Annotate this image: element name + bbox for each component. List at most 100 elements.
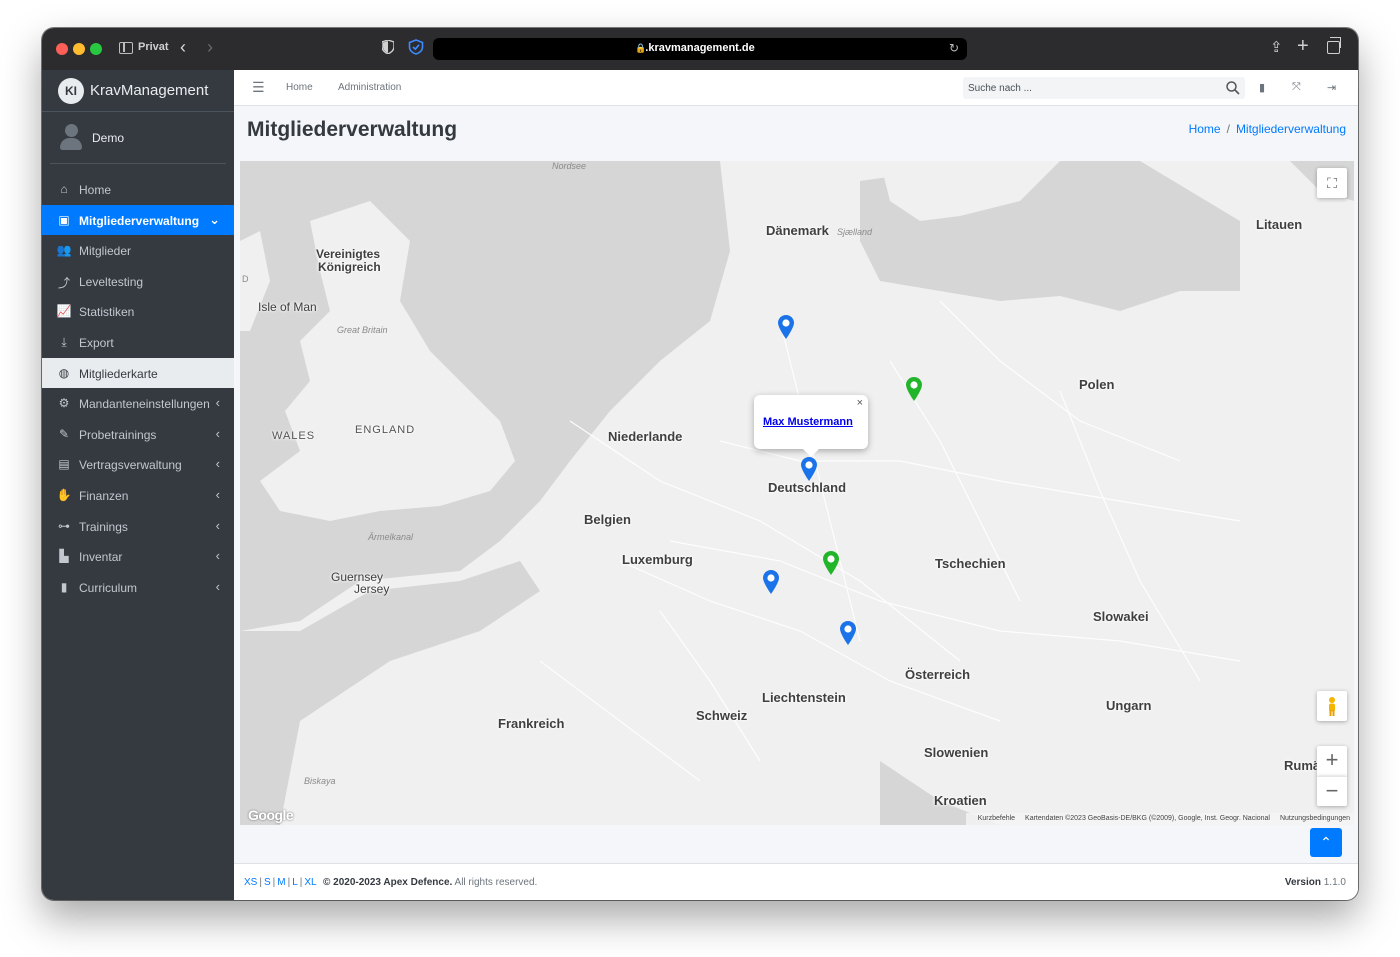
map-attribution: Kurzbefehle Kartendaten ©2023 GeoBasis-D… [965, 813, 1354, 825]
map-label-isle-of-man: Isle of Man [258, 300, 317, 314]
maximize-window-button[interactable] [90, 43, 102, 55]
sidebar-item-label: Mitgliederkarte [79, 366, 158, 381]
breakpoint-m: M [277, 877, 286, 888]
chevron-down-icon: ⌄ [209, 211, 220, 227]
map-label-tschechien: Tschechien [935, 556, 1006, 571]
zoom-out-button[interactable]: − [1317, 776, 1347, 806]
map-data-attribution: Kartendaten ©2023 GeoBasis-DE/BKG (©2009… [1025, 815, 1270, 822]
home-icon: ⌂ [60, 182, 68, 196]
new-tab-icon[interactable]: + [1297, 35, 1309, 58]
keyboard-shortcuts-link[interactable]: Kurzbefehle [978, 815, 1015, 822]
fullscreen-icon[interactable]: ⤧ [1292, 81, 1301, 94]
sidebar-item-label: Mitglieder [79, 244, 132, 259]
map-marker-green[interactable] [906, 377, 922, 401]
map-marker-blue[interactable] [840, 621, 856, 645]
book-icon: ▮ [60, 579, 68, 594]
minimize-window-button[interactable] [73, 43, 85, 55]
reload-icon[interactable]: ↻ [949, 41, 959, 55]
sidebar-item-label: Finanzen [79, 488, 129, 503]
user-panel[interactable]: Demo [50, 112, 226, 164]
member-map[interactable]: Nordsee Dänemark Sjælland Litauen Verein… [240, 161, 1354, 825]
privacy-shield-icon[interactable] [382, 40, 394, 54]
address-bar[interactable]: 🔒 .kravmanagement.de ↻ [433, 38, 967, 60]
map-marker-blue-selected[interactable] [801, 457, 817, 481]
nav-link-administration[interactable]: Administration [338, 82, 401, 93]
browser-window: Privat ‹ › 🔒 .kravmanagement.de ↻ ⇪ + KI… [42, 28, 1358, 900]
chevron-left-icon: ‹ [215, 578, 220, 594]
brand-logo: KI [58, 78, 84, 104]
sidebar-item-export[interactable]: ⤓ Export [42, 327, 234, 358]
chevron-left-icon: ‹ [215, 548, 220, 564]
member-link[interactable]: Max Mustermann [763, 416, 853, 428]
sidebar-item-mandanteneinstellungen[interactable]: ⚙ Mandanteneinstellungen ‹ [42, 388, 234, 419]
sidebar-item-mitgliederkarte[interactable]: ◍ Mitgliederkarte [42, 357, 234, 389]
back-icon[interactable]: ‹ [180, 37, 186, 58]
logout-icon[interactable]: ⇥ [1327, 81, 1336, 94]
search-icon[interactable] [1225, 80, 1241, 96]
users-icon: 👥 [56, 243, 72, 258]
menu-icon[interactable]: ☰ [252, 79, 265, 96]
map-label-kroatien: Kroatien [934, 793, 987, 808]
zoom-in-button[interactable]: + [1317, 746, 1347, 776]
terms-link[interactable]: Nutzungsbedingungen [1280, 815, 1350, 822]
map-label-liechtenstein: Liechtenstein [762, 690, 846, 705]
sidebar-item-home[interactable]: ⌂ Home [42, 174, 234, 205]
scroll-to-top-button[interactable]: ⌃ [1310, 828, 1342, 857]
sidebar-item-label: Vertragsverwaltung [79, 458, 182, 473]
map-label-luxemburg: Luxemburg [622, 552, 693, 567]
forward-icon[interactable]: › [207, 37, 213, 58]
brand-link[interactable]: KI KravManagement [42, 70, 234, 112]
map-label-belgien: Belgien [584, 512, 631, 527]
dumbbell-icon: ⊶ [58, 518, 70, 533]
extension-shield-icon[interactable] [408, 39, 424, 55]
map-label-deutschland: Deutschland [768, 480, 847, 495]
map-label-koenigreich: Königreich [318, 260, 381, 274]
browser-sidebar-icon[interactable] [119, 42, 133, 54]
version-label: Version [1284, 877, 1321, 888]
breakpoint-indicator: XS | S | M | L | XL [244, 877, 317, 888]
map-marker-blue[interactable] [763, 570, 779, 594]
sidebar-item-vertragsverwaltung[interactable]: ▤ Vertragsverwaltung ‹ [42, 449, 234, 480]
copyright-text: © 2020-2023 Apex Defence. All rights res… [323, 877, 537, 888]
sidebar-item-mitgliederverwaltung[interactable]: ▣ Mitgliederverwaltung ⌄ [42, 204, 234, 236]
sidebar-item-statistiken[interactable]: 📈 Statistiken [42, 296, 234, 327]
sidebar-item-probetrainings[interactable]: ✎ Probetrainings ‹ [42, 419, 234, 450]
hand-holding-dollar-icon: ✋ [56, 487, 72, 502]
sidebar-item-leveltesting[interactable]: ⤴ Leveltesting [42, 266, 234, 297]
private-mode-label: Privat [138, 41, 169, 53]
map-label-jersey: Jersey [354, 582, 390, 596]
sidebar-item-finanzen[interactable]: ✋ Finanzen ‹ [42, 480, 234, 511]
sidebar-item-curriculum[interactable]: ▮ Curriculum ‹ [42, 572, 234, 603]
clipboard-icon[interactable]: ▮ [1259, 81, 1265, 94]
map-label-oesterreich: Österreich [905, 667, 971, 682]
sidebar-nav: ⌂ Home ▣ Mitgliederverwaltung ⌄ 👥 Mitgli… [42, 174, 234, 602]
id-card-icon: ▣ [58, 212, 70, 227]
nav-link-home[interactable]: Home [286, 82, 313, 93]
breakpoint-xl: XL [304, 877, 317, 888]
map-label-slowakei: Slowakei [1093, 609, 1149, 624]
chevron-left-icon: ‹ [215, 395, 220, 411]
map-marker-green[interactable] [823, 551, 839, 575]
street-view-pegman-icon[interactable] [1317, 691, 1347, 721]
breakpoint-s: S [263, 877, 271, 888]
sidebar-item-label: Trainings [79, 519, 128, 534]
google-logo: Google [248, 807, 294, 823]
map-label-slowenien: Slowenien [924, 745, 989, 760]
breadcrumb-home[interactable]: Home [1189, 122, 1221, 136]
breadcrumb-current[interactable]: Mitgliederverwaltung [1236, 122, 1346, 136]
map-label-biskaya: Biskaya [304, 776, 336, 786]
sidebar-item-mitglieder[interactable]: 👥 Mitglieder [42, 235, 234, 266]
search-input[interactable] [963, 77, 1213, 99]
sidebar-item-inventar[interactable]: ▙ Inventar ‹ [42, 541, 234, 572]
sidebar-item-trainings[interactable]: ⊶ Trainings ‹ [42, 511, 234, 542]
breakpoint-l: L [292, 877, 298, 888]
map-marker-blue[interactable] [778, 315, 794, 339]
map-fullscreen-button[interactable]: ⛶ [1317, 168, 1347, 198]
tab-overview-icon[interactable] [1327, 37, 1341, 54]
share-icon[interactable]: ⇪ [1270, 38, 1283, 56]
close-icon[interactable]: × [857, 397, 863, 409]
close-window-button[interactable] [56, 43, 68, 55]
brand-name: KravManagement [90, 82, 209, 99]
user-name[interactable]: Demo [92, 131, 124, 145]
version-value: 1.1.0 [1323, 877, 1346, 888]
